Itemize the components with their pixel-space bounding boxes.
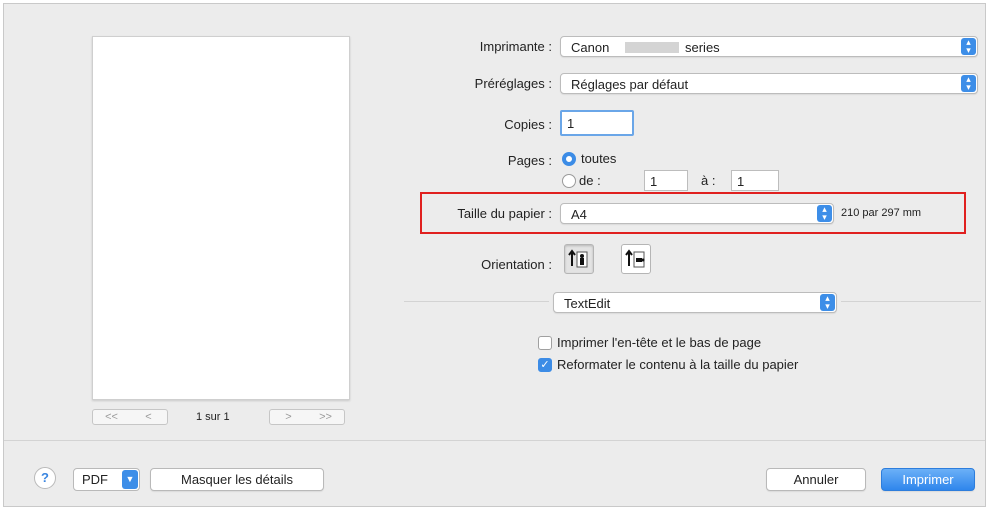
copies-field[interactable]: 1 [560,110,634,136]
pages-label: Pages : [507,153,552,168]
next-page-icon[interactable]: > [270,410,307,424]
section-divider-right [841,301,981,302]
copies-label: Copies : [504,117,552,132]
presets-value: Réglages par défaut [571,77,689,92]
help-button[interactable]: ? [34,467,56,489]
portrait-icon [568,249,588,268]
redacted-model [625,42,679,53]
pages-from-value: 1 [650,174,658,189]
last-page-icon[interactable]: >> [307,410,344,424]
printer-value-suffix: series [685,40,720,55]
paper-size-popup[interactable]: A4 ▴ ▾ [560,203,834,224]
header-footer-label: Imprimer l'en-tête et le bas de page [557,335,762,350]
fit-to-paper-checkbox[interactable]: ✓ [538,358,552,372]
pages-range-radio[interactable] [562,174,576,188]
cancel-button[interactable]: Annuler [766,468,866,491]
pages-to-label: à : [701,173,716,188]
fit-to-paper-label: Reformater le contenu à la taille du pap… [557,357,799,372]
paper-dimensions: 210 par 297 mm [841,207,922,219]
app-section-popup[interactable]: TextEdit ▴ ▾ [553,292,837,313]
pages-from-label: de : [579,173,601,188]
presets-popup[interactable]: Réglages par défaut ▴ ▾ [560,73,978,94]
app-section-value: TextEdit [564,296,611,311]
preview-forward-buttons[interactable]: > >> [269,409,345,425]
print-dialog: << < 1 sur 1 > >> Imprimante : Canon serie… [3,3,986,507]
page-indicator: 1 sur 1 [196,411,230,423]
updown-arrows-icon: ▴ ▾ [961,38,976,55]
updown-arrows-icon: ▴ ▾ [817,205,832,222]
updown-arrows-icon: ▴ ▾ [961,75,976,92]
first-page-icon[interactable]: << [93,410,130,424]
orientation-label: Orientation : [481,257,552,272]
pdf-label: PDF [82,472,108,487]
print-button[interactable]: Imprimer [881,468,975,491]
copies-value: 1 [567,116,575,131]
preview-back-buttons[interactable]: << < [92,409,168,425]
pages-from-field[interactable]: 1 [644,170,688,191]
pages-to-value: 1 [737,174,745,189]
presets-label: Préréglages : [474,76,552,91]
paper-size-value: A4 [571,207,587,222]
updown-arrows-icon: ▴ ▾ [820,294,835,311]
previous-page-icon[interactable]: < [130,410,167,424]
pages-all-radio[interactable] [562,152,576,166]
printer-value-prefix: Canon [571,40,610,55]
pages-to-field[interactable]: 1 [731,170,779,191]
portrait-button[interactable] [564,244,594,274]
section-divider-left [404,301,549,302]
header-footer-checkbox[interactable] [538,336,552,350]
printer-label: Imprimante : [479,39,552,54]
printer-popup[interactable]: Canon series ▴ ▾ [560,36,978,57]
page-preview [92,36,350,400]
landscape-button[interactable] [621,244,651,274]
footer-divider [4,440,985,441]
chevron-down-icon: ▼ [122,470,138,489]
landscape-icon [625,249,645,268]
pages-all-label: toutes [581,151,617,166]
hide-details-button[interactable]: Masquer les détails [150,468,324,491]
pdf-menu-button[interactable]: PDF ▼ [73,468,140,491]
paper-size-label: Taille du papier : [457,206,552,221]
